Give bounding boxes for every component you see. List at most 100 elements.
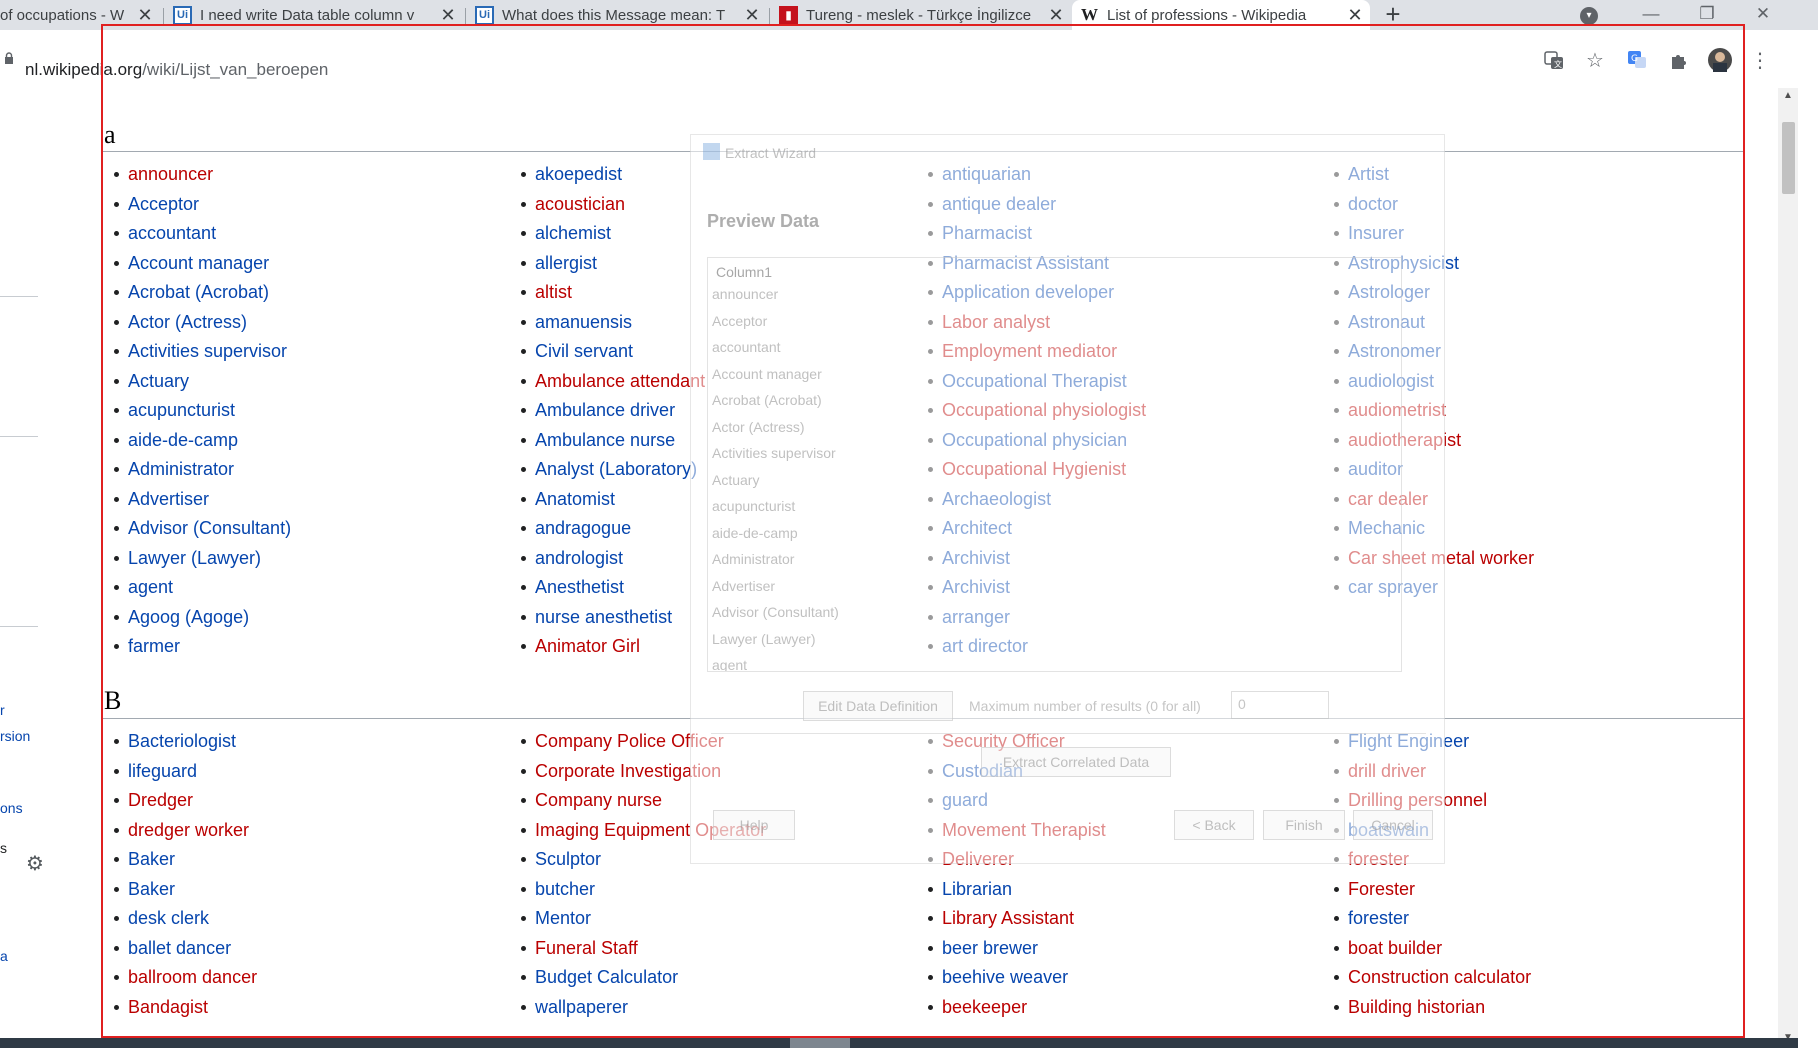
profession-link[interactable]: desk clerk bbox=[128, 907, 209, 929]
profession-link[interactable]: acupuncturist bbox=[128, 399, 235, 421]
profession-link[interactable]: Administrator bbox=[128, 458, 234, 480]
profession-link[interactable]: Activities supervisor bbox=[128, 340, 287, 362]
tab-search-icon[interactable]: ▾ bbox=[1580, 7, 1598, 25]
tab-occupations[interactable]: of occupations - W ✕ bbox=[0, 0, 160, 30]
profession-link[interactable]: boat builder bbox=[1348, 937, 1442, 959]
sidebar-link[interactable]: r bbox=[0, 702, 5, 718]
profession-link[interactable]: Actuary bbox=[128, 370, 189, 392]
preview-data-table[interactable]: Column1 announcer Acceptor accountant Accou… bbox=[707, 257, 1402, 672]
profession-link[interactable]: Bandagist bbox=[128, 996, 208, 1018]
translate-icon[interactable]: 文 bbox=[1542, 48, 1566, 72]
profession-link[interactable]: Budget Calculator bbox=[535, 966, 678, 988]
profession-link[interactable]: Sculptor bbox=[535, 848, 601, 870]
profession-link[interactable]: beekeeper bbox=[942, 996, 1027, 1018]
profession-link[interactable]: Advisor (Consultant) bbox=[128, 517, 291, 539]
close-tab-icon[interactable]: ✕ bbox=[134, 5, 156, 26]
profession-link[interactable]: ballet dancer bbox=[128, 937, 231, 959]
profession-link[interactable]: Baker bbox=[128, 878, 175, 900]
sidebar-link[interactable]: s bbox=[0, 840, 7, 856]
extensions-puzzle-icon[interactable] bbox=[1667, 48, 1691, 72]
profession-link[interactable]: Account manager bbox=[128, 252, 269, 274]
profession-link[interactable]: akoepedist bbox=[535, 163, 622, 185]
profile-avatar[interactable] bbox=[1708, 48, 1732, 72]
profession-link[interactable]: Acrobat (Acrobat) bbox=[128, 281, 269, 303]
help-button[interactable]: Help bbox=[713, 810, 795, 840]
max-results-input[interactable]: 0 bbox=[1231, 691, 1329, 719]
profession-link[interactable]: amanuensis bbox=[535, 311, 632, 333]
profession-link[interactable]: Construction calculator bbox=[1348, 966, 1531, 988]
gear-icon[interactable]: ⚙ bbox=[26, 851, 44, 876]
sidebar-link[interactable]: rsion bbox=[0, 728, 30, 744]
back-button[interactable]: < Back bbox=[1174, 810, 1254, 840]
profession-link[interactable]: nurse anesthetist bbox=[535, 606, 672, 628]
profession-link[interactable]: Forester bbox=[1348, 878, 1415, 900]
profession-link[interactable]: Ambulance attendant bbox=[535, 370, 705, 392]
profession-link[interactable]: Lawyer (Lawyer) bbox=[128, 547, 261, 569]
profession-link[interactable]: agent bbox=[128, 576, 173, 598]
profession-link[interactable]: Anatomist bbox=[535, 488, 615, 510]
close-tab-icon[interactable]: ✕ bbox=[741, 5, 763, 26]
address-bar[interactable]: nl.wikipedia.org/wiki/Lijst_van_beroepen bbox=[25, 60, 328, 80]
close-window-button[interactable]: ✕ bbox=[1740, 0, 1786, 30]
restore-button[interactable]: ❐ bbox=[1684, 0, 1730, 30]
profession-link[interactable]: aide-de-camp bbox=[128, 429, 238, 451]
horizontal-scrollbar[interactable] bbox=[0, 1038, 1798, 1048]
profession-link[interactable]: Anesthetist bbox=[535, 576, 624, 598]
minimize-button[interactable]: — bbox=[1628, 0, 1674, 30]
profession-link[interactable]: announcer bbox=[128, 163, 213, 185]
profession-link[interactable]: butcher bbox=[535, 878, 595, 900]
tab-wikipedia[interactable]: W List of professions - Wikipedia ✕ bbox=[1072, 0, 1370, 30]
profession-link[interactable]: accountant bbox=[128, 222, 216, 244]
profession-link[interactable]: lifeguard bbox=[128, 760, 197, 782]
close-tab-icon[interactable]: ✕ bbox=[437, 5, 459, 26]
profession-link[interactable]: ballroom dancer bbox=[128, 966, 257, 988]
extract-correlated-data-button[interactable]: Extract Correlated Data bbox=[981, 747, 1171, 777]
profession-link[interactable]: Agoog (Agoge) bbox=[128, 606, 249, 628]
browser-menu-icon[interactable]: ⋮ bbox=[1748, 48, 1772, 72]
close-tab-icon[interactable]: ✕ bbox=[1344, 5, 1366, 26]
finish-button[interactable]: Finish bbox=[1263, 810, 1345, 840]
tab-uipath-data-table[interactable]: Ui I need write Data table column v ✕ bbox=[165, 0, 463, 30]
close-tab-icon[interactable]: ✕ bbox=[1045, 5, 1067, 26]
profession-link[interactable]: Company nurse bbox=[535, 789, 662, 811]
profession-link[interactable]: andrologist bbox=[535, 547, 623, 569]
profession-link[interactable]: Analyst (Laboratory) bbox=[535, 458, 697, 480]
tab-tureng[interactable]: ▮ Tureng - meslek - Türkçe İngilizce ✕ bbox=[771, 0, 1071, 30]
profession-link[interactable]: dredger worker bbox=[128, 819, 249, 841]
profession-link[interactable]: allergist bbox=[535, 252, 597, 274]
cancel-button[interactable]: Cancel bbox=[1353, 810, 1433, 840]
vertical-scrollbar[interactable]: ▲ ▼ bbox=[1778, 88, 1798, 1048]
profession-link[interactable]: Baker bbox=[128, 848, 175, 870]
profession-link[interactable]: Acceptor bbox=[128, 193, 199, 215]
profession-link[interactable]: Advertiser bbox=[128, 488, 209, 510]
tab-uipath-message[interactable]: Ui What does this Message mean: T ✕ bbox=[467, 0, 767, 30]
new-tab-button[interactable]: + bbox=[1380, 1, 1406, 28]
scroll-up-arrow-icon[interactable]: ▲ bbox=[1783, 90, 1793, 101]
profession-link[interactable]: Dredger bbox=[128, 789, 193, 811]
google-translate-extension-icon[interactable]: G bbox=[1625, 48, 1649, 72]
profession-link[interactable]: wallpaperer bbox=[535, 996, 628, 1018]
profession-link[interactable]: andragogue bbox=[535, 517, 631, 539]
profession-link[interactable]: Civil servant bbox=[535, 340, 633, 362]
profession-link[interactable]: forester bbox=[1348, 907, 1409, 929]
edit-data-definition-button[interactable]: Edit Data Definition bbox=[803, 691, 953, 721]
lock-icon[interactable] bbox=[4, 52, 14, 64]
profession-link[interactable]: Library Assistant bbox=[942, 907, 1074, 929]
profession-link[interactable]: beehive weaver bbox=[942, 966, 1068, 988]
profession-link[interactable]: beer brewer bbox=[942, 937, 1038, 959]
profession-link[interactable]: farmer bbox=[128, 635, 180, 657]
sidebar-link[interactable]: a bbox=[0, 948, 8, 964]
profession-link[interactable]: alchemist bbox=[535, 222, 611, 244]
profession-link[interactable]: Librarian bbox=[942, 878, 1012, 900]
profession-link[interactable]: Bacteriologist bbox=[128, 730, 236, 752]
sidebar-link[interactable]: ons bbox=[0, 800, 23, 816]
profession-link[interactable]: altist bbox=[535, 281, 572, 303]
scrollbar-thumb[interactable] bbox=[1782, 122, 1795, 194]
profession-link[interactable]: Ambulance nurse bbox=[535, 429, 675, 451]
bookmark-star-icon[interactable]: ☆ bbox=[1583, 48, 1607, 72]
horizontal-scrollbar-thumb[interactable] bbox=[790, 1038, 850, 1048]
profession-link[interactable]: Mentor bbox=[535, 907, 591, 929]
profession-link[interactable]: Ambulance driver bbox=[535, 399, 675, 421]
profession-link[interactable]: Funeral Staff bbox=[535, 937, 638, 959]
profession-link[interactable]: acoustician bbox=[535, 193, 625, 215]
